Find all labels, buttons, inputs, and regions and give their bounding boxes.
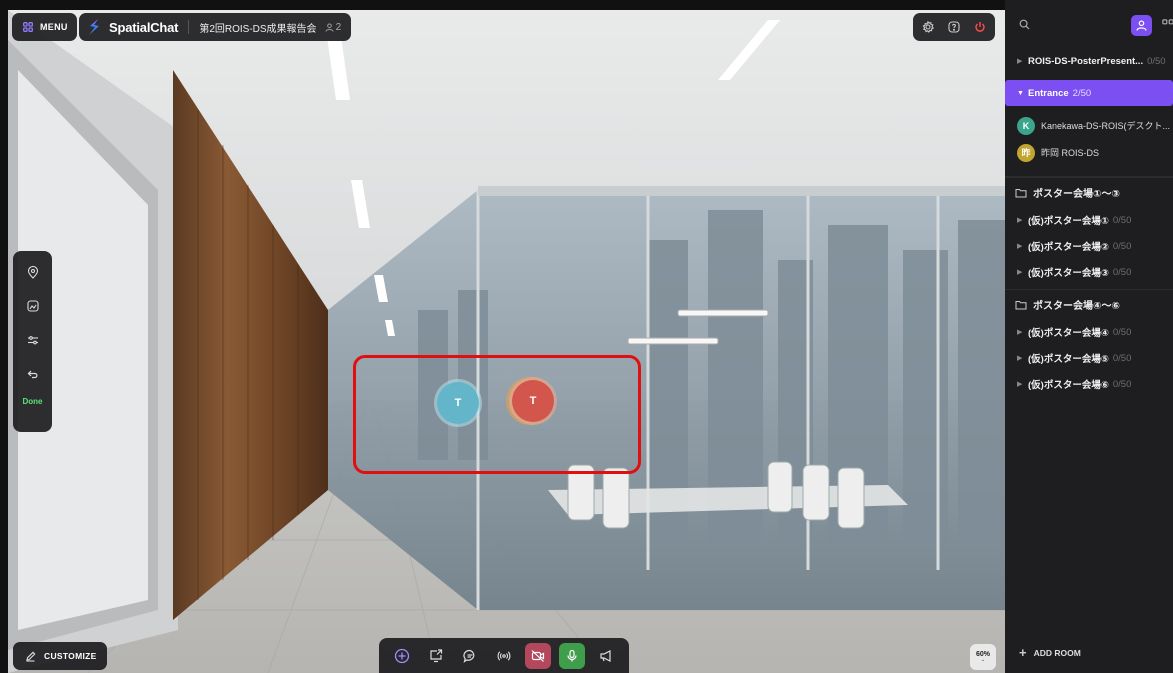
room-name: (仮)ポスター会場① xyxy=(1028,216,1109,227)
folder-icon xyxy=(1015,300,1027,309)
microphone-toggle-button[interactable] xyxy=(559,642,585,669)
participant-count: 2 xyxy=(325,21,342,33)
room-item[interactable]: ▶ (仮)ポスター会場⑤ 0/50 xyxy=(1005,345,1173,371)
chat-button[interactable] xyxy=(457,643,483,669)
room-name: (仮)ポスター会場② xyxy=(1028,242,1109,253)
person-icon xyxy=(325,22,334,32)
adjust-sliders-icon[interactable] xyxy=(26,333,40,347)
top-right-controls xyxy=(913,13,995,41)
caret-right-icon: ▶ xyxy=(1017,269,1023,276)
user-name: Kanekawa-DS-ROIS(デスクト... xyxy=(1041,121,1171,131)
space-header: SpatialChat 第2回ROIS-DS成果報告会 2 xyxy=(79,13,352,41)
room-name: (仮)ポスター会場⑤ xyxy=(1028,354,1109,365)
folder-name: ポスター会場④〜⑥ xyxy=(1033,301,1120,312)
folder-name: ポスター会場①〜③ xyxy=(1033,189,1120,200)
camera-toggle-button[interactable] xyxy=(525,642,551,669)
office-room-canvas[interactable]: T T xyxy=(8,10,1005,673)
room-item[interactable]: ▶ (仮)ポスター会場② 0/50 xyxy=(1005,233,1173,259)
room-user[interactable]: 昨 昨岡 ROIS-DS xyxy=(1005,139,1173,166)
room-folder[interactable]: ポスター会場①〜③ xyxy=(1005,177,1173,207)
user-avatar: 昨 xyxy=(1017,143,1035,162)
room-item[interactable]: ▶ ROIS-DS-PosterPresent... 0/50 xyxy=(1005,48,1173,74)
room-item[interactable]: ▶ (仮)ポスター会場④ 0/50 xyxy=(1005,319,1173,345)
zoom-level-button[interactable]: 60% ⌄ xyxy=(970,644,996,670)
image-background-icon[interactable] xyxy=(26,299,40,313)
media-controls-bar xyxy=(379,638,629,673)
room-capacity: 0/50 xyxy=(1147,55,1166,67)
camera-off-icon xyxy=(531,649,545,662)
rooms-sidebar: ▶ ROIS-DS-PosterPresent... 0/50 ▼ Entran… xyxy=(1005,0,1173,673)
pencil-icon xyxy=(23,649,37,663)
menu-button[interactable]: MENU xyxy=(12,13,77,41)
room-folder[interactable]: ポスター会場④〜⑥ xyxy=(1005,289,1173,319)
undo-arrow-icon[interactable] xyxy=(26,367,40,381)
settings-gear-icon[interactable] xyxy=(921,20,935,34)
sidebar-toolbar xyxy=(1005,0,1173,48)
participant-avatar[interactable]: T xyxy=(437,382,479,424)
power-icon[interactable] xyxy=(973,20,987,34)
caret-right-icon: ▶ xyxy=(1017,217,1023,224)
microphone-icon xyxy=(567,649,577,661)
participants-tab-button[interactable] xyxy=(1131,15,1152,36)
chat-bubble-icon xyxy=(463,649,475,663)
highlight-frame xyxy=(353,355,641,474)
screen-share-icon xyxy=(430,648,443,662)
room-item-active[interactable]: ▼ Entrance 2/50 xyxy=(1005,80,1173,106)
room-name: (仮)ポスター会場④ xyxy=(1028,328,1109,339)
screen-share-button[interactable] xyxy=(423,643,449,669)
room-user[interactable]: K Kanekawa-DS-ROIS(デスクト... xyxy=(1005,112,1173,139)
participant-avatar-self[interactable]: T xyxy=(512,380,554,422)
folder-icon xyxy=(1015,188,1027,197)
broadcast-icon xyxy=(497,650,511,661)
header-divider xyxy=(188,20,190,34)
caret-right-icon: ▶ xyxy=(1017,58,1023,65)
edit-toolstrip: Done xyxy=(13,251,52,432)
user-name: 昨岡 ROIS-DS xyxy=(1041,148,1100,158)
search-icon[interactable] xyxy=(1017,17,1031,31)
caret-right-icon: ▶ xyxy=(1017,381,1023,388)
logo-text: SpatialChat xyxy=(109,19,179,35)
chevron-down-icon: ⌄ xyxy=(980,657,986,663)
room-item[interactable]: ▶ (仮)ポスター会場③ 0/50 xyxy=(1005,259,1173,285)
room-name: (仮)ポスター会場⑥ xyxy=(1028,380,1109,391)
menu-grid-icon xyxy=(21,20,35,34)
plus-icon: + xyxy=(1019,645,1027,660)
person-icon xyxy=(1136,20,1147,31)
room-capacity: 2/50 xyxy=(1072,87,1092,99)
done-button[interactable]: Done xyxy=(23,397,43,406)
room-capacity: 0/50 xyxy=(1112,352,1132,364)
customize-label: CUSTOMIZE xyxy=(44,651,97,661)
megaphone-icon xyxy=(600,649,611,662)
room-capacity: 0/50 xyxy=(1112,240,1132,252)
caret-right-icon: ▶ xyxy=(1017,329,1023,336)
help-icon[interactable] xyxy=(947,20,961,34)
location-pin-icon[interactable] xyxy=(26,265,40,279)
add-button[interactable] xyxy=(389,643,415,669)
caret-down-icon: ▼ xyxy=(1017,89,1024,97)
add-room-label: ADD ROOM xyxy=(1033,648,1081,658)
caret-right-icon: ▶ xyxy=(1017,355,1023,362)
participant-count-value: 2 xyxy=(335,21,342,33)
caret-right-icon: ▶ xyxy=(1017,243,1023,250)
spatialchat-logo-icon xyxy=(87,18,101,36)
room-name: (仮)ポスター会場③ xyxy=(1028,268,1109,279)
room-name: ROIS-DS-PosterPresent... xyxy=(1028,55,1144,67)
menu-label: MENU xyxy=(40,22,68,32)
room-capacity: 0/50 xyxy=(1112,214,1132,226)
broadcast-button[interactable] xyxy=(491,643,517,669)
office-background-image xyxy=(8,10,1005,673)
plus-circle-icon xyxy=(394,648,410,663)
room-capacity: 0/50 xyxy=(1112,378,1132,390)
room-item[interactable]: ▶ (仮)ポスター会場① 0/50 xyxy=(1005,207,1173,233)
space-name: 第2回ROIS-DS成果報告会 xyxy=(199,23,317,35)
customize-button[interactable]: CUSTOMIZE xyxy=(13,642,107,670)
apps-grid-icon[interactable] xyxy=(1161,18,1173,32)
add-room-button[interactable]: + ADD ROOM xyxy=(1019,645,1081,660)
room-capacity: 0/50 xyxy=(1112,326,1132,338)
room-name: Entrance xyxy=(1028,87,1069,99)
room-item[interactable]: ▶ (仮)ポスター会場⑥ 0/50 xyxy=(1005,371,1173,397)
megaphone-button[interactable] xyxy=(593,643,619,669)
user-avatar: K xyxy=(1017,116,1035,135)
room-capacity: 0/50 xyxy=(1112,266,1132,278)
